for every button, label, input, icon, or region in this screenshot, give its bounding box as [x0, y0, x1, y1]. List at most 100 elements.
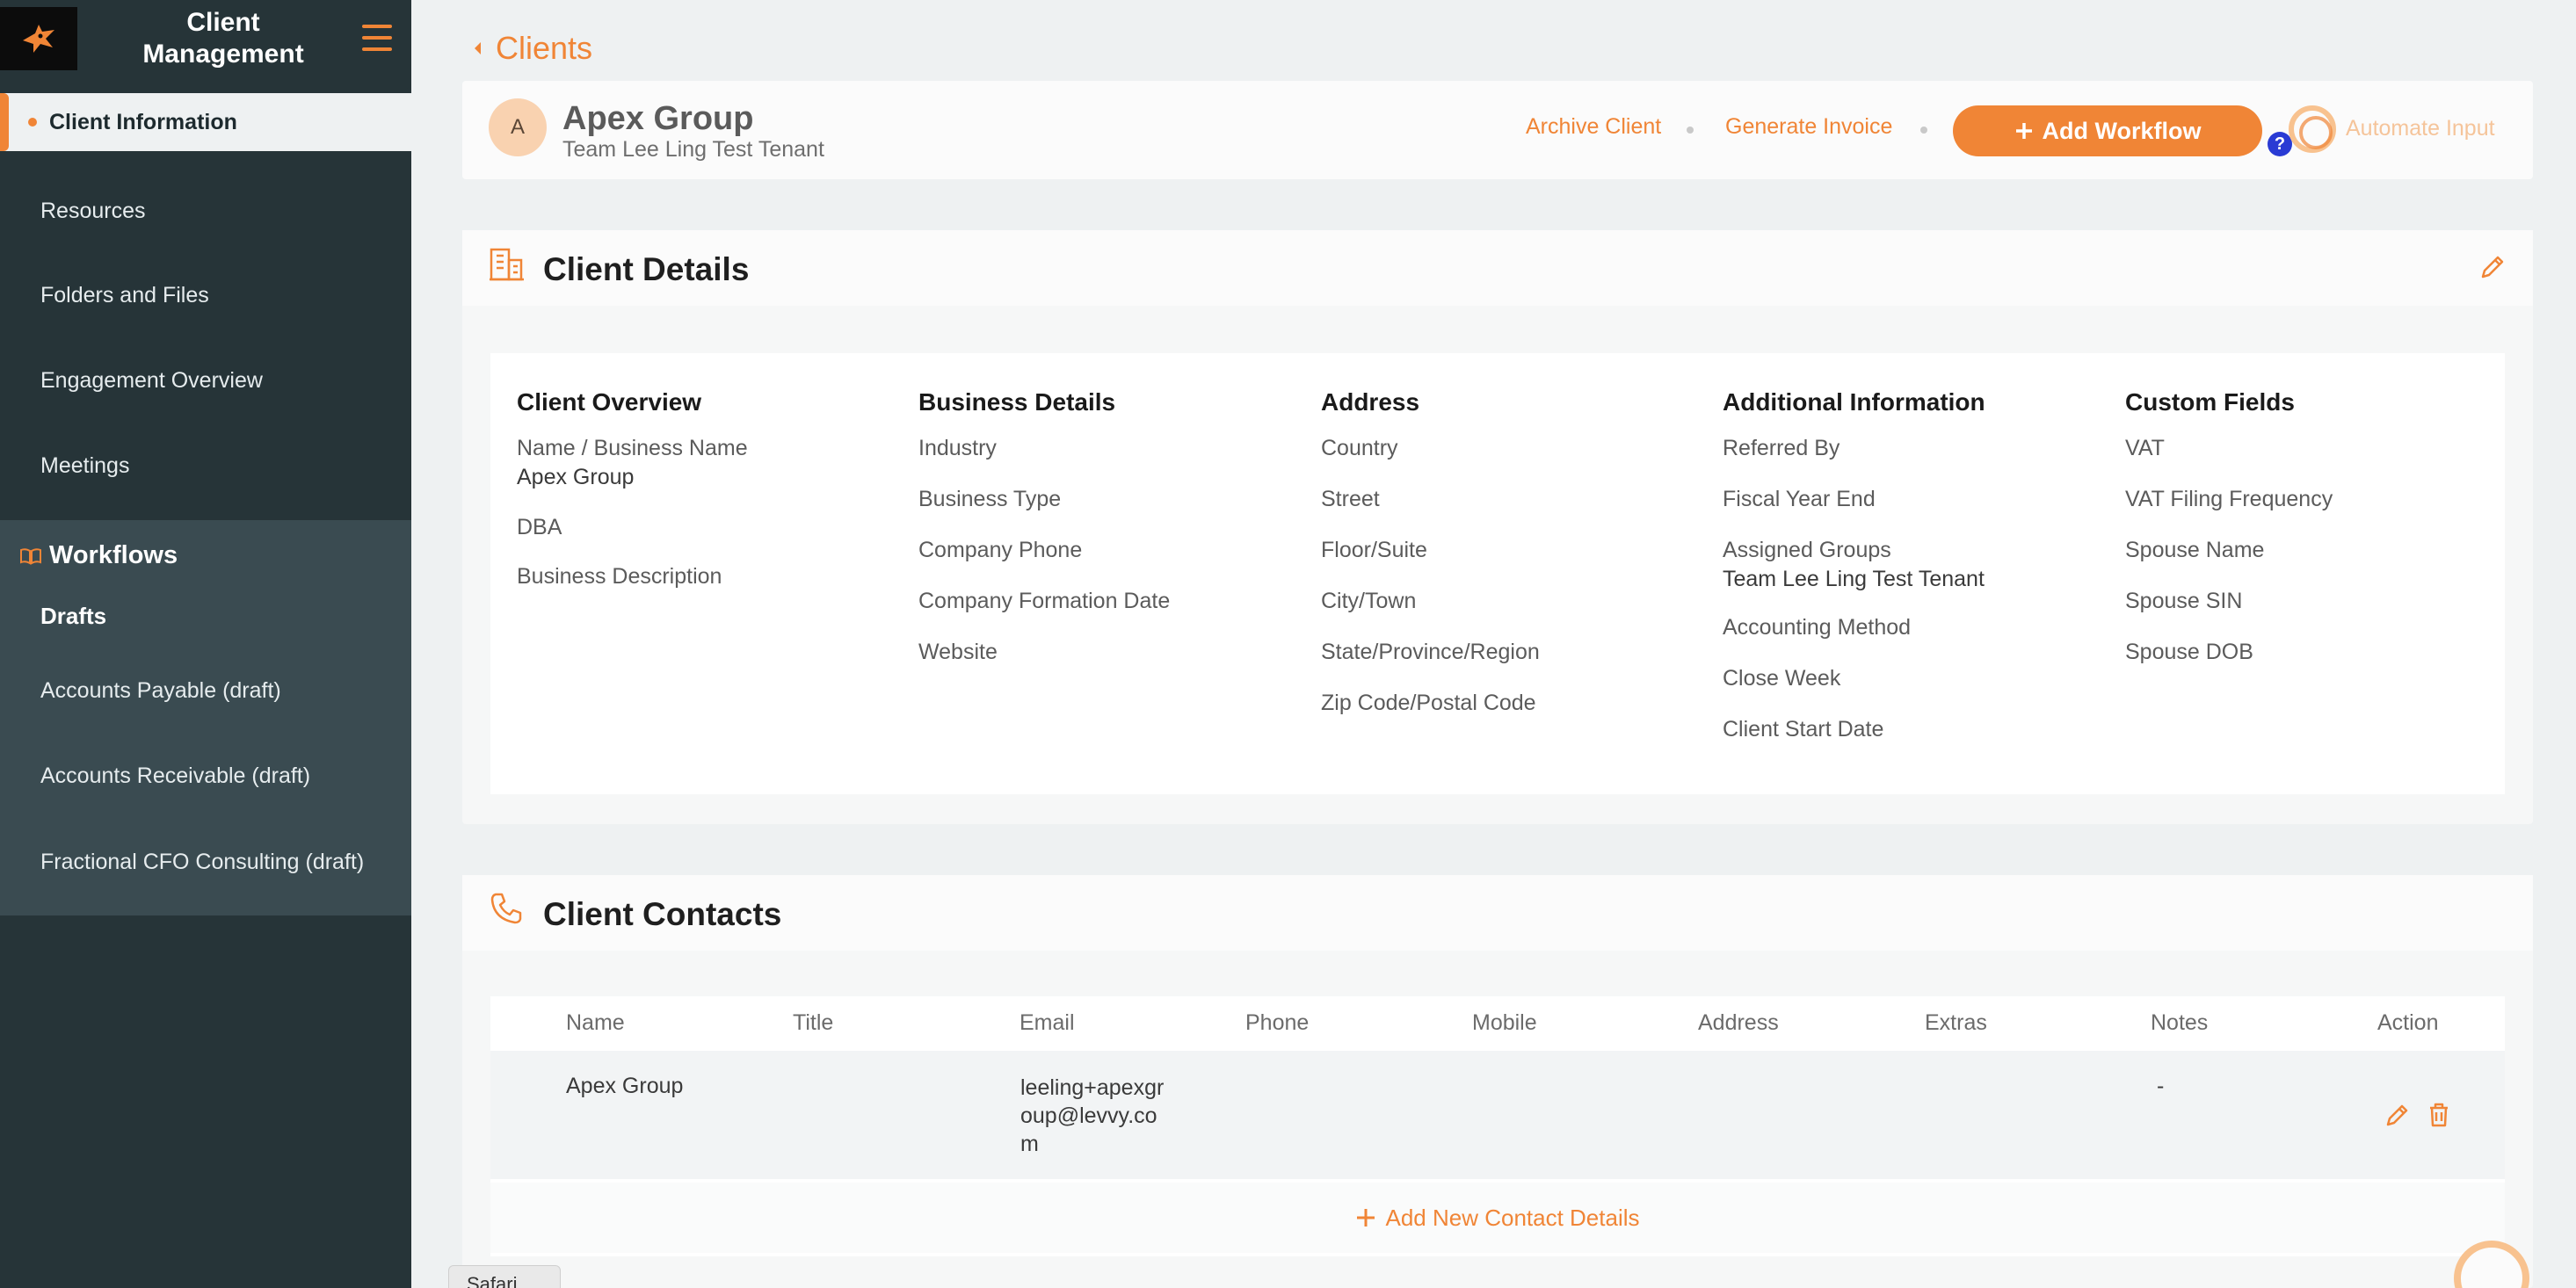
separator-dot: [1687, 127, 1694, 134]
add-workflow-button[interactable]: Add Workflow: [1953, 105, 2262, 156]
back-to-clients-link[interactable]: Clients: [473, 30, 592, 67]
archive-client-link[interactable]: Archive Client: [1526, 114, 1661, 140]
app-logo-icon[interactable]: [0, 7, 77, 70]
column-header-action: Action: [2377, 1010, 2439, 1035]
sidebar-item-engagement-overview[interactable]: Engagement Overview: [40, 368, 263, 394]
client-contacts-header: Client Contacts: [462, 875, 2533, 951]
field-label: DBA: [517, 515, 562, 539]
client-name: Apex Group: [562, 100, 754, 137]
hamburger-menu-icon[interactable]: [362, 25, 392, 51]
add-workflow-label: Add Workflow: [2042, 117, 2202, 144]
column-header-email[interactable]: Email: [1020, 1010, 1075, 1036]
client-contacts-title: Client Contacts: [543, 896, 782, 932]
field-company-formation-date: Company Formation Date: [918, 589, 1305, 640]
column-header-notes[interactable]: Notes: [2151, 1010, 2208, 1036]
field-client-start-date: Client Start Date: [1723, 717, 2109, 768]
active-dot-icon: [28, 118, 37, 127]
column-additional-information: Additional Information Referred By Fisca…: [1723, 388, 2109, 768]
field-label: Close Week: [1723, 666, 1841, 691]
field-zip-code: Zip Code/Postal Code: [1321, 691, 1708, 742]
client-details-title: Client Details: [543, 251, 750, 287]
field-name: Name / Business Name Apex Group: [517, 436, 903, 515]
field-industry: Industry: [918, 436, 1305, 487]
column-heading: Custom Fields: [2125, 388, 2295, 416]
add-new-contact-button[interactable]: Add New Contact Details: [490, 1183, 2505, 1253]
contact-email-line: oup@levvy.co: [1020, 1103, 1157, 1128]
field-label: Industry: [918, 436, 997, 460]
column-header-phone[interactable]: Phone: [1245, 1010, 1309, 1036]
workflows-heading[interactable]: Workflows: [19, 541, 178, 570]
column-header-mobile[interactable]: Mobile: [1472, 1010, 1537, 1036]
field-business-description: Business Description: [517, 564, 903, 615]
drafts-heading: Drafts: [40, 603, 107, 629]
sidebar-item-meetings[interactable]: Meetings: [40, 453, 129, 479]
field-label: Company Formation Date: [918, 589, 1171, 613]
field-spouse-dob: Spouse DOB: [2125, 640, 2512, 691]
field-label: Referred By: [1723, 436, 1840, 460]
edit-contact-icon[interactable]: [2384, 1102, 2411, 1128]
field-value: Team Lee Ling Test Tenant: [1723, 567, 1985, 591]
sidebar-header: Client Management: [0, 4, 411, 91]
field-floor-suite: Floor/Suite: [1321, 538, 1708, 589]
field-fiscal-year-end: Fiscal Year End: [1723, 487, 2109, 538]
field-label: Business Type: [918, 487, 1062, 511]
field-label: Assigned Groups: [1723, 538, 1891, 562]
separator-dot: [1920, 127, 1927, 134]
automate-toggle[interactable]: [2289, 105, 2336, 153]
field-label: Country: [1321, 436, 1398, 460]
sidebar-item-client-information[interactable]: Client Information: [0, 93, 411, 151]
column-business-details: Business Details Industry Business Type …: [918, 388, 1305, 691]
field-accounting-method: Accounting Method: [1723, 615, 2109, 666]
column-header-extras[interactable]: Extras: [1925, 1010, 1987, 1036]
sidebar-item-label: Client Information: [49, 110, 237, 134]
contact-email: leeling+apexgr oup@levvy.co m: [1020, 1074, 1164, 1158]
sidebar-item-folders-and-files[interactable]: Folders and Files: [40, 283, 209, 308]
table-row: [490, 1051, 2505, 1179]
delete-contact-icon[interactable]: [2427, 1102, 2450, 1128]
browser-tab-safari[interactable]: Safari: [448, 1265, 561, 1288]
field-city-town: City/Town: [1321, 589, 1708, 640]
column-client-overview: Client Overview Name / Business Name Ape…: [517, 388, 903, 615]
breadcrumb-label: Clients: [496, 30, 593, 66]
app-title: Client Management: [142, 8, 304, 69]
column-heading: Business Details: [918, 388, 1116, 416]
field-state-province: State/Province/Region: [1321, 640, 1708, 691]
field-label: Business Description: [517, 564, 722, 589]
workflow-item-accounts-payable[interactable]: Accounts Payable (draft): [40, 678, 281, 704]
workflows-title: Workflows: [49, 541, 178, 569]
column-header-name[interactable]: Name: [566, 1010, 625, 1036]
edit-pencil-icon[interactable]: [2478, 253, 2507, 281]
workflow-item-accounts-receivable[interactable]: Accounts Receivable (draft): [40, 763, 310, 789]
field-country: Country: [1321, 436, 1708, 487]
client-tenant: Team Lee Ling Test Tenant: [562, 137, 824, 162]
field-close-week: Close Week: [1723, 666, 2109, 717]
field-label: Floor/Suite: [1321, 538, 1427, 562]
field-label: Client Start Date: [1723, 717, 1884, 742]
field-vat: VAT: [2125, 436, 2512, 487]
workflow-item-fractional-cfo[interactable]: Fractional CFO Consulting (draft): [40, 850, 364, 875]
building-icon: [490, 248, 524, 281]
generate-invoice-link[interactable]: Generate Invoice: [1725, 114, 1892, 140]
contact-email-line: leeling+apexgr: [1020, 1075, 1165, 1100]
sidebar-item-resources[interactable]: Resources: [40, 199, 146, 224]
field-value: Apex Group: [517, 465, 635, 489]
contact-name: Apex Group: [566, 1074, 684, 1098]
column-heading: Address: [1321, 388, 1420, 416]
field-label: Name / Business Name: [517, 436, 748, 460]
field-label: Spouse DOB: [2125, 640, 2253, 664]
field-label: Fiscal Year End: [1723, 487, 1876, 511]
field-label: VAT Filing Frequency: [2125, 487, 2333, 511]
help-icon[interactable]: ?: [2268, 132, 2292, 156]
phone-icon: [490, 893, 522, 924]
contact-notes: -: [2157, 1074, 2165, 1098]
column-header-address[interactable]: Address: [1698, 1010, 1779, 1036]
field-label: VAT: [2125, 436, 2165, 460]
field-label: State/Province/Region: [1321, 640, 1540, 664]
client-details-header: Client Details: [462, 230, 2533, 306]
field-referred-by: Referred By: [1723, 436, 2109, 487]
field-label: Accounting Method: [1723, 615, 1912, 640]
column-header-title[interactable]: Title: [793, 1010, 833, 1036]
field-label: Website: [918, 640, 998, 664]
field-dba: DBA: [517, 515, 903, 564]
column-heading: Client Overview: [517, 388, 702, 416]
